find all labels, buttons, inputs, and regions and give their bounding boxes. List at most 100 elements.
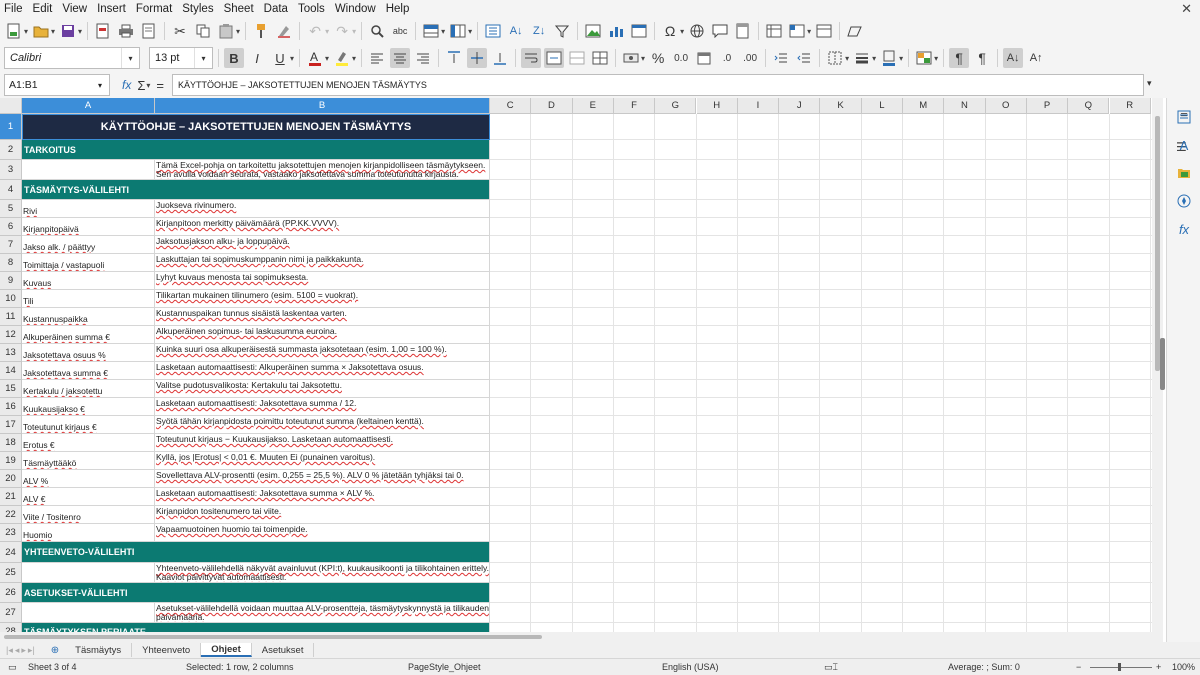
row-icon[interactable] xyxy=(421,21,441,41)
row-header-11[interactable]: 11 xyxy=(0,308,22,326)
open-dropdown-icon[interactable]: ▾ xyxy=(51,27,55,36)
row-header-17[interactable]: 17 xyxy=(0,416,22,434)
menu-format[interactable]: Format xyxy=(136,3,178,15)
font-size-dropdown-icon[interactable]: ▾ xyxy=(194,48,212,68)
redo-dropdown-icon[interactable]: ▾ xyxy=(352,27,356,36)
border-style-dropdown-icon[interactable]: ▾ xyxy=(872,54,876,63)
row-header-9[interactable]: 9 xyxy=(0,272,22,290)
zoom-out-icon[interactable]: − xyxy=(1076,662,1081,672)
align-center-icon[interactable] xyxy=(390,48,411,68)
border-color-dropdown-icon[interactable]: ▾ xyxy=(899,54,903,63)
row-dropdown-icon[interactable]: ▾ xyxy=(441,27,445,36)
borders-icon[interactable] xyxy=(825,48,845,68)
column-header-f[interactable]: F xyxy=(613,98,656,114)
special-character-dropdown-icon[interactable]: ▾ xyxy=(680,27,684,36)
row-header-21[interactable]: 21 xyxy=(0,488,22,506)
zoom-in-icon[interactable]: + xyxy=(1156,662,1161,672)
field-label-cell[interactable]: Täsmäyttääkö xyxy=(22,452,155,470)
field-description-cell[interactable]: Kuinka suuri osa alkuperäisestä summasta… xyxy=(155,344,490,362)
field-label-cell[interactable]: Kirjanpitopäivä xyxy=(22,218,155,236)
paste-dropdown-icon[interactable]: ▾ xyxy=(236,27,240,36)
name-box[interactable]: A1:B1 ▾ xyxy=(4,74,110,96)
menu-styles[interactable]: Styles xyxy=(182,3,219,15)
insert-image-icon[interactable] xyxy=(583,21,603,41)
row-header-2[interactable]: 2 xyxy=(0,140,22,160)
menu-edit[interactable]: Edit xyxy=(33,3,59,15)
field-description-cell[interactable]: Tilikartan mukainen tilinumero (esim. 51… xyxy=(155,290,490,308)
decrease-indent-icon[interactable] xyxy=(794,48,814,68)
undo-icon[interactable]: ↶ xyxy=(305,21,325,41)
open-folder-icon[interactable] xyxy=(31,21,51,41)
row-header-18[interactable]: 18 xyxy=(0,434,22,452)
comment-icon[interactable] xyxy=(710,21,730,41)
field-label-cell[interactable]: Jaksotettava osuus % xyxy=(22,344,155,362)
number-format-icon[interactable]: 0.0 xyxy=(671,48,691,68)
expand-formula-bar-icon[interactable]: ▾ xyxy=(1147,78,1152,89)
field-label-cell[interactable]: Kertakulu / jaksotettu xyxy=(22,380,155,398)
show-draw-functions-icon[interactable] xyxy=(845,21,865,41)
increase-indent-icon[interactable] xyxy=(771,48,791,68)
row-header-14[interactable]: 14 xyxy=(0,362,22,380)
column-header-a[interactable]: A xyxy=(22,98,155,114)
zoom-slider[interactable] xyxy=(1090,667,1152,668)
currency-format-icon[interactable] xyxy=(621,48,641,68)
new-dropdown-icon[interactable]: ▾ xyxy=(24,27,28,36)
row-header-12[interactable]: 12 xyxy=(0,326,22,344)
font-name-value[interactable]: Calibri xyxy=(5,52,121,64)
previous-sheet-icon[interactable]: ◂ xyxy=(15,645,20,656)
sort-icon[interactable] xyxy=(483,21,503,41)
spelling-icon[interactable]: abc xyxy=(390,21,410,41)
field-description-cell[interactable]: Alkuperäinen sopimus- tai laskusumma eur… xyxy=(155,326,490,344)
formula-icon[interactable]: = xyxy=(156,78,164,93)
row-header-6[interactable]: 6 xyxy=(0,218,22,236)
title-cell[interactable]: KÄYTTÖOHJE – JAKSOTETTUJEN MENOJEN TÄSMÄ… xyxy=(22,114,490,140)
field-label-cell[interactable]: Tili xyxy=(22,290,155,308)
font-color-icon[interactable]: A xyxy=(305,48,325,68)
merge-center-icon[interactable] xyxy=(544,48,565,68)
row-header-10[interactable]: 10 xyxy=(0,290,22,308)
column-header-g[interactable]: G xyxy=(655,98,697,114)
horizontal-scrollbar-thumb[interactable] xyxy=(4,635,542,639)
align-left-icon[interactable] xyxy=(367,48,387,68)
styles-icon[interactable]: A xyxy=(1175,136,1193,154)
font-size-combo[interactable]: 13 pt ▾ xyxy=(149,47,213,69)
navigator-icon[interactable] xyxy=(1175,192,1193,210)
name-box-dropdown-icon[interactable]: ▾ xyxy=(91,81,109,90)
field-description-cell[interactable]: Lasketaan automaattisesti: Jaksotettava … xyxy=(155,398,490,416)
field-label-cell[interactable]: Huomio xyxy=(22,524,155,542)
align-top-icon[interactable] xyxy=(444,48,464,68)
text-vertical-bottom-to-top-icon[interactable]: A↑ xyxy=(1026,48,1046,68)
copy-icon[interactable] xyxy=(193,21,213,41)
column-header-r[interactable]: R xyxy=(1109,98,1151,114)
conditional-format-icon[interactable] xyxy=(914,48,934,68)
headers-footers-icon[interactable] xyxy=(733,21,753,41)
menu-data[interactable]: Data xyxy=(264,3,294,15)
menu-file[interactable]: File xyxy=(4,3,29,15)
row-header-27[interactable]: 27 xyxy=(0,603,22,623)
align-bottom-icon[interactable] xyxy=(490,48,510,68)
section-header-cell[interactable]: YHTEENVETO-VÄLILEHTI xyxy=(22,542,490,563)
section-header-cell[interactable]: TÄSMÄYTYKSEN PERIAATE xyxy=(22,623,490,632)
field-description-cell[interactable]: Lyhyt kuvaus menosta tai sopimuksesta. xyxy=(155,272,490,290)
column-header-h[interactable]: H xyxy=(696,98,738,114)
special-character-icon[interactable]: Ω xyxy=(660,21,680,41)
last-sheet-icon[interactable]: ▸| xyxy=(28,645,35,656)
sheet-tab-0[interactable]: Täsmäytys xyxy=(65,643,133,657)
field-description-cell[interactable]: Yhteenveto-välilehdellä näkyvät avainluv… xyxy=(155,563,490,583)
field-description-cell[interactable]: Toteutunut kirjaus − Kuukausijakso. Lask… xyxy=(155,434,490,452)
add-sheet-icon[interactable]: ⊕ xyxy=(51,645,59,656)
column-icon[interactable] xyxy=(448,21,468,41)
vertical-scrollbar-thumb[interactable] xyxy=(1155,116,1160,371)
row-header-25[interactable]: 25 xyxy=(0,563,22,583)
field-description-cell[interactable]: Asetukset-välilehdellä voidaan muuttaa A… xyxy=(155,603,490,623)
field-label-cell[interactable]: Toimittaja / vastapuoli xyxy=(22,254,155,272)
field-label-cell[interactable]: Rivi xyxy=(22,200,155,218)
hyperlink-icon[interactable] xyxy=(687,21,707,41)
row-header-13[interactable]: 13 xyxy=(0,344,22,362)
print-icon[interactable] xyxy=(116,21,136,41)
gallery-icon[interactable] xyxy=(1175,164,1193,182)
section-header-cell[interactable]: TARKOITUS xyxy=(22,140,490,160)
font-name-combo[interactable]: Calibri ▾ xyxy=(4,47,140,69)
first-sheet-icon[interactable]: |◂ xyxy=(6,645,13,656)
sort-descending-icon[interactable]: Z↓ xyxy=(529,21,549,41)
